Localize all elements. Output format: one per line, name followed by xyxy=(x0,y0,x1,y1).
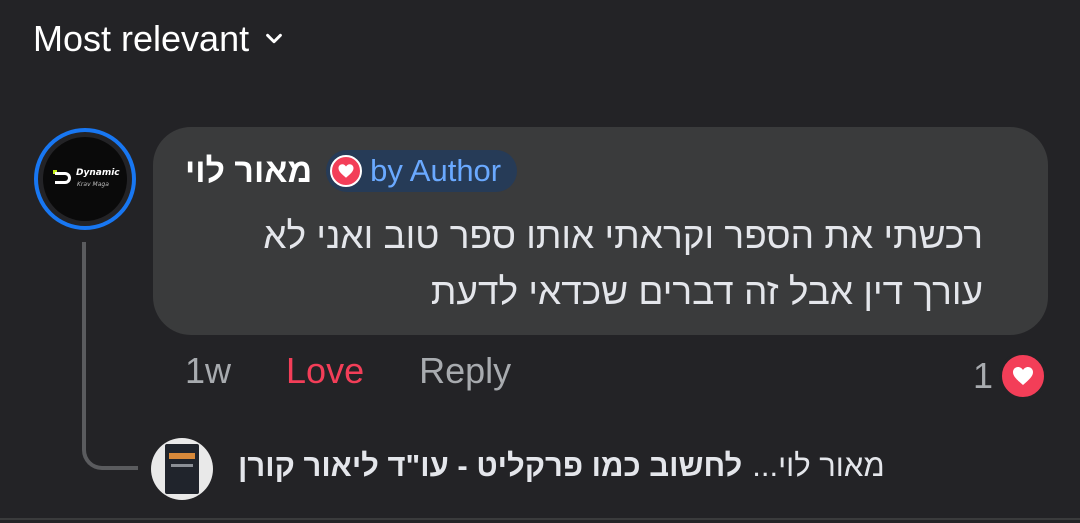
book-subtitle-band xyxy=(171,464,193,467)
divider xyxy=(0,518,1080,520)
comment-timestamp[interactable]: 1w xyxy=(185,350,231,392)
author-name[interactable]: מאור לוי xyxy=(185,152,312,191)
comment-actions: 1w Love Reply xyxy=(185,350,511,392)
author-badge: by Author xyxy=(326,150,518,192)
book-title-band xyxy=(169,453,195,459)
reaction-count: 1 xyxy=(973,355,994,396)
avatar[interactable]: Dynamic Krav Maga xyxy=(34,128,136,230)
chevron-down-icon xyxy=(266,33,282,44)
heart-reaction-icon xyxy=(999,352,1048,400)
sort-dropdown[interactable]: Most relevant xyxy=(33,18,285,60)
book-cover xyxy=(165,444,199,494)
thread-connector-line xyxy=(82,242,138,470)
comment-header: מאור לוי by Author xyxy=(185,150,518,192)
logo-mark xyxy=(55,172,71,184)
book-cover-thumbnail[interactable] xyxy=(151,438,213,500)
heart-icon xyxy=(330,155,363,187)
reply-preview-text: לחשוב כמו פרקליט - עו"ד ליאור קורן xyxy=(238,448,743,483)
dynamic-krav-maga-logo: Dynamic Krav Maga xyxy=(43,137,127,221)
logo-text-main: Dynamic xyxy=(76,168,120,178)
love-button[interactable]: Love xyxy=(286,350,364,392)
sort-label: Most relevant xyxy=(33,18,250,59)
reply-button[interactable]: Reply xyxy=(419,350,511,392)
reply-preview-author: מאור לוי... xyxy=(752,448,885,483)
reaction-summary[interactable]: 1 xyxy=(973,352,1048,400)
comment-text: רכשתי את הספר וקראתי אותו ספר טוב ואני ל… xyxy=(263,215,983,312)
author-badge-label: by Author xyxy=(370,153,502,188)
logo-text-sub: Krav Maga xyxy=(77,181,109,188)
reply-preview[interactable]: מאור לוי... לחשוב כמו פרקליט - עו"ד ליאו… xyxy=(238,448,885,484)
